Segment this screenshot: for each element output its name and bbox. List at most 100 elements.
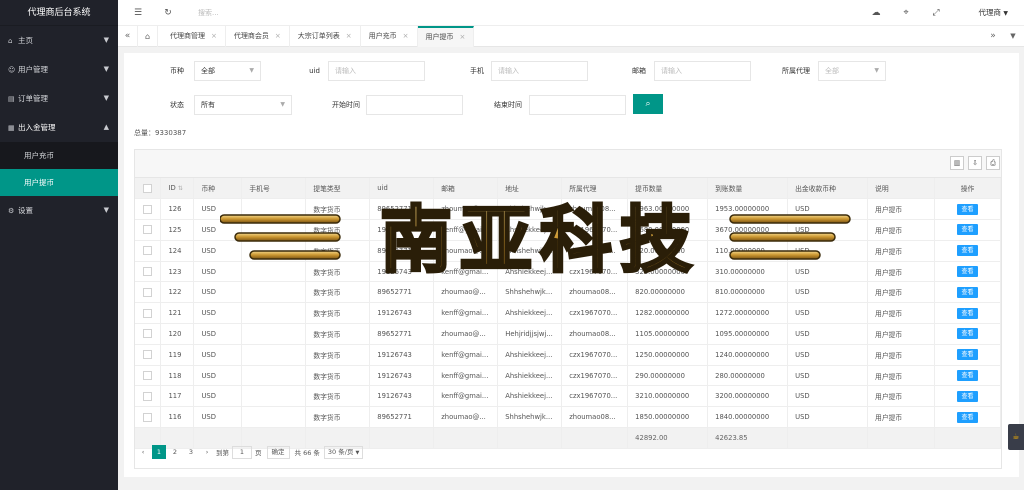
menu-toggle-icon[interactable]: ☰	[130, 0, 146, 26]
cell-received: 310.00000000	[707, 261, 789, 283]
close-icon[interactable]: ×	[403, 32, 409, 40]
checkbox[interactable]	[143, 267, 153, 277]
status-select[interactable]: 所有 ▼	[194, 95, 292, 115]
search-button[interactable]: ⌕	[633, 94, 663, 114]
row-checkbox-cell[interactable]	[135, 198, 162, 221]
row-checkbox-cell[interactable]	[135, 406, 162, 429]
cell-note: 用户提币	[867, 302, 935, 325]
row-checkbox-cell[interactable]	[135, 344, 162, 366]
view-button[interactable]: 查看	[957, 245, 978, 257]
checkbox[interactable]	[143, 329, 153, 339]
sidebar-item-user-withdraw[interactable]: 用户提币	[0, 169, 118, 196]
checkbox[interactable]	[143, 287, 153, 297]
phone-input[interactable]: 请输入	[491, 61, 588, 81]
next-page-button[interactable]: ›	[200, 445, 214, 459]
tab-user-deposit[interactable]: 用户充币 ×	[361, 26, 418, 47]
view-button[interactable]: 查看	[957, 328, 978, 340]
sidebar-item-home[interactable]: ⌂ 主页 ▼	[0, 26, 118, 55]
agent-select[interactable]: 全部 ▼	[818, 61, 886, 81]
goto-page-input[interactable]: 1	[232, 445, 252, 459]
view-button[interactable]: 查看	[957, 390, 978, 402]
end-time-input[interactable]	[529, 95, 626, 115]
theme-icon[interactable]: ☁	[868, 0, 884, 26]
row-checkbox-cell[interactable]	[135, 385, 162, 408]
search-input[interactable]: 搜索...	[198, 0, 219, 26]
tab-bulk-orders[interactable]: 大宗订单列表 ×	[290, 26, 361, 47]
tabs-scroll-right-icon[interactable]: »	[984, 26, 1002, 47]
currency-select[interactable]: 全部 ▼	[194, 61, 261, 81]
cell-agent: czx1967070...	[561, 365, 629, 387]
checkbox[interactable]	[143, 225, 153, 235]
view-button[interactable]: 查看	[957, 266, 978, 278]
checkbox[interactable]	[143, 204, 153, 214]
sidebar-item-funds[interactable]: ▦ 出入金管理 ▲	[0, 113, 118, 142]
page-2-button[interactable]: 2	[168, 445, 182, 459]
row-checkbox-cell[interactable]	[135, 302, 162, 325]
cell-email: zhoumao@...	[433, 323, 499, 345]
view-button[interactable]: 查看	[957, 370, 978, 382]
sort-icon[interactable]: ⇅	[178, 185, 183, 192]
select-all-checkbox[interactable]	[135, 178, 162, 200]
sidebar-item-users[interactable]: ☺ 用户管理 ▼	[0, 55, 118, 84]
fullscreen-icon[interactable]: ⤢	[928, 0, 944, 26]
row-checkbox-cell[interactable]	[135, 281, 162, 304]
money-icon: ▦	[8, 124, 15, 132]
view-button[interactable]: 查看	[957, 307, 978, 319]
uid-input[interactable]: 请输入	[328, 61, 425, 81]
row-checkbox-cell[interactable]	[135, 365, 162, 387]
view-button[interactable]: 查看	[957, 411, 978, 423]
close-icon[interactable]: ×	[275, 32, 281, 40]
close-icon[interactable]: ×	[346, 32, 352, 40]
tag-icon[interactable]: ⌖	[898, 0, 914, 26]
tab-user-withdraw[interactable]: 用户提币 ×	[417, 26, 475, 47]
view-button[interactable]: 查看	[957, 224, 978, 236]
view-button[interactable]: 查看	[957, 203, 978, 215]
refresh-icon[interactable]: ↻	[160, 0, 176, 26]
close-icon[interactable]: ×	[211, 32, 217, 40]
row-checkbox-cell[interactable]	[135, 323, 162, 345]
row-checkbox-cell[interactable]	[135, 240, 162, 262]
tab-agent-members[interactable]: 代理商会员 ×	[226, 26, 290, 47]
user-menu[interactable]: 代理商 ▼	[978, 0, 1008, 26]
checkbox[interactable]	[143, 183, 153, 193]
view-button[interactable]: 查看	[957, 349, 978, 361]
email-input[interactable]: 请输入	[654, 61, 751, 81]
tabs-menu-icon[interactable]: ▼	[1004, 26, 1022, 47]
floating-side-button[interactable]: ☕	[1008, 424, 1024, 450]
cell-uid: 89652771	[369, 323, 435, 345]
page-3-button[interactable]: 3	[184, 445, 198, 459]
checkbox[interactable]	[143, 412, 153, 422]
cell-received: 1953.00000000	[707, 198, 789, 221]
row-checkbox-cell[interactable]	[135, 219, 162, 241]
page-1-button[interactable]: 1	[152, 445, 166, 459]
currency-select-value: 全部	[201, 67, 215, 75]
checkbox[interactable]	[143, 350, 153, 360]
cell-type: 数字货币	[305, 261, 371, 283]
start-time-input[interactable]	[366, 95, 463, 115]
tabs-scroll-left-icon[interactable]: «	[118, 26, 138, 47]
checkbox[interactable]	[143, 308, 153, 318]
col-header-id[interactable]: ID ⇅	[160, 178, 195, 200]
export-icon[interactable]: ⇩	[968, 156, 982, 170]
row-checkbox-cell[interactable]	[135, 261, 162, 283]
cell-agent: czx1967070...	[561, 344, 629, 366]
checkbox[interactable]	[143, 371, 153, 381]
goto-confirm-button[interactable]: 确定	[266, 445, 290, 459]
cell-amount: 1105.00000000	[627, 323, 709, 345]
home-tab-icon[interactable]: ⌂	[138, 26, 158, 47]
sidebar-item-settings[interactable]: ⚙ 设置 ▼	[0, 196, 118, 225]
cell-address: Shhshehwjk...	[497, 281, 563, 304]
sidebar-item-user-deposit[interactable]: 用户充币	[0, 142, 118, 169]
tab-label: 代理商管理	[170, 32, 205, 40]
per-page-select[interactable]: 30 条/页 ▼	[323, 445, 364, 459]
checkbox[interactable]	[143, 246, 153, 256]
view-button[interactable]: 查看	[957, 286, 978, 298]
checkbox[interactable]	[143, 391, 153, 401]
tab-agent-management[interactable]: 代理商管理 ×	[162, 26, 226, 47]
prev-page-button[interactable]: ‹	[136, 445, 150, 459]
print-icon[interactable]: ⎙	[986, 156, 1000, 170]
close-icon[interactable]: ×	[460, 33, 466, 41]
columns-filter-icon[interactable]: ▥	[950, 156, 964, 170]
col-header-uid: uid	[369, 178, 435, 200]
sidebar-item-orders[interactable]: ▤ 订单管理 ▼	[0, 84, 118, 113]
